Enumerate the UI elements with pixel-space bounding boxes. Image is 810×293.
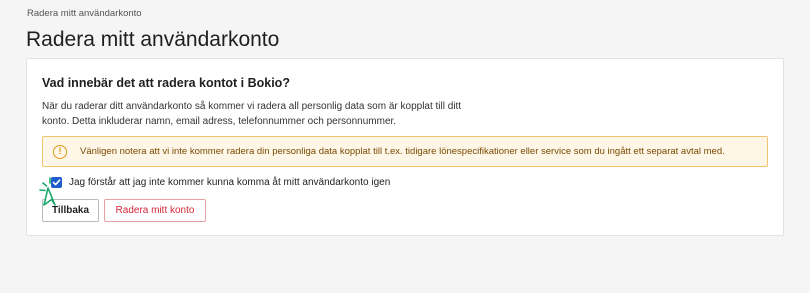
- page-title: Radera mitt användarkonto: [26, 28, 280, 51]
- warning-text: Vänligen notera att vi inte kommer rader…: [80, 146, 725, 157]
- consent-label[interactable]: Jag förstår att jag inte kommer kunna ko…: [69, 177, 390, 188]
- cursor-pointer-icon: [39, 177, 56, 206]
- exclamation-circle-icon: !: [53, 144, 67, 159]
- delete-account-card: Vad innebär det att radera kontot i Boki…: [26, 58, 784, 236]
- consent-row[interactable]: Jag förstår att jag inte kommer kunna ko…: [51, 177, 390, 188]
- breadcrumb[interactable]: Radera mitt användarkonto: [27, 8, 142, 19]
- card-description: När du raderar ditt användarkonto så kom…: [42, 101, 462, 127]
- delete-account-button[interactable]: Radera mitt konto: [104, 199, 206, 222]
- card-heading: Vad innebär det att radera kontot i Boki…: [42, 76, 290, 90]
- warning-banner: ! Vänligen notera att vi inte kommer rad…: [42, 136, 768, 167]
